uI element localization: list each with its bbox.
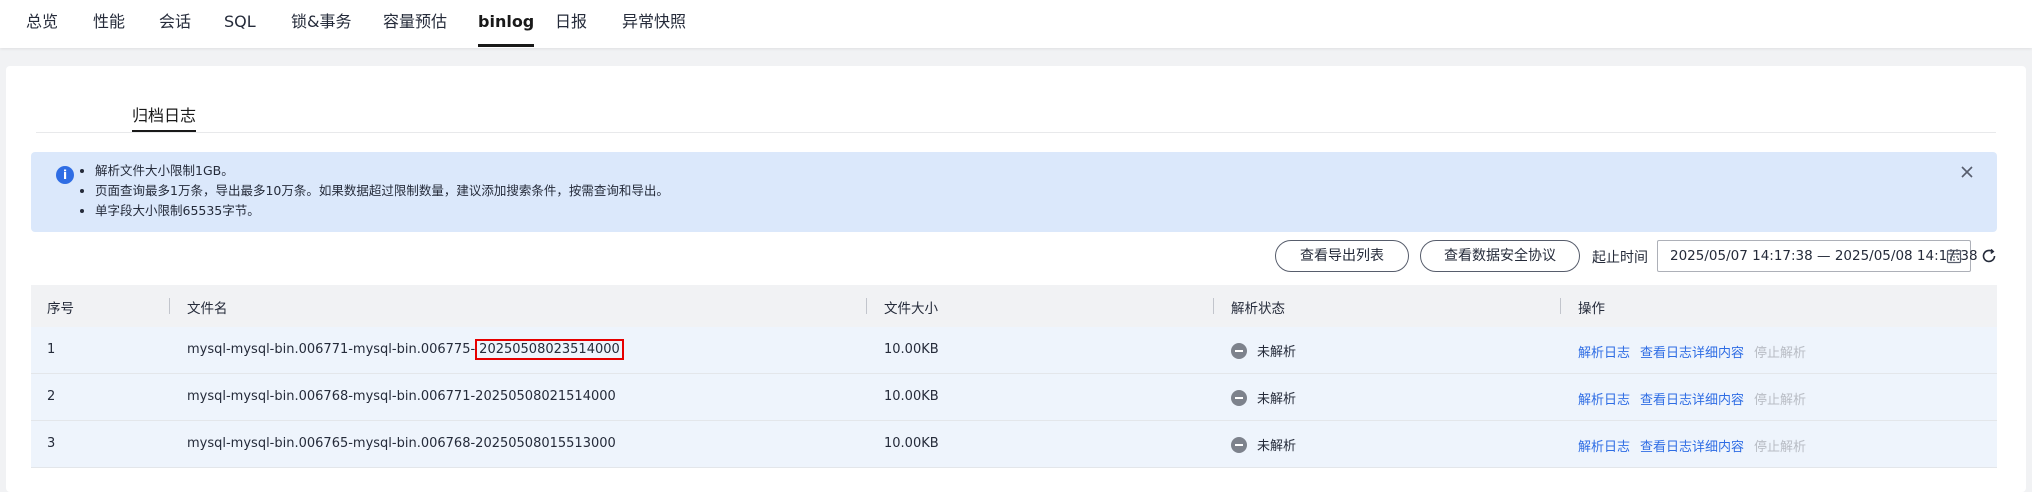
content-card: 归档日志 i 解析文件大小限制1GB。 页面查询最多1万条，导出最多10万条。如… — [6, 66, 2026, 492]
tab-sql[interactable]: SQL — [224, 10, 256, 46]
file-size: 10.00KB — [884, 342, 939, 357]
tab-capacity-forecast[interactable]: 容量预估 — [383, 10, 447, 46]
time-range-value: 2025/05/07 14:17:38 — 2025/05/08 14:17:3… — [1670, 248, 1978, 264]
tab-anomaly-snapshot[interactable]: 异常快照 — [622, 10, 686, 46]
column-header-actions: 操作 — [1560, 285, 1997, 327]
tab-locks-transactions[interactable]: 锁&事务 — [291, 10, 351, 46]
toolbar: 查看导出列表 查看数据安全协议 起止时间 2025/05/07 14:17:38… — [6, 240, 2026, 274]
highlighted-timestamp: 20250508023514000 — [475, 339, 624, 360]
status-unparsed-icon — [1231, 390, 1247, 406]
column-header-filename: 文件名 — [169, 285, 866, 327]
view-export-list-button[interactable]: 查看导出列表 — [1275, 240, 1409, 272]
status-unparsed-icon — [1231, 437, 1247, 453]
row-number: 3 — [47, 436, 56, 451]
alert-item: 解析文件大小限制1GB。 — [95, 161, 669, 181]
file-name: mysql-mysql-bin.006771-mysql-bin.006775-… — [187, 339, 624, 360]
time-range-label: 起止时间 — [1592, 250, 1648, 266]
table-row: 1 mysql-mysql-bin.006771-mysql-bin.00677… — [31, 327, 1997, 374]
file-size: 10.00KB — [884, 436, 939, 451]
stop-parse-link: 停止解析 — [1754, 440, 1807, 455]
column-header-filesize: 文件大小 — [866, 285, 1213, 327]
parse-log-link[interactable]: 解析日志 — [1578, 393, 1630, 408]
alert-item: 单字段大小限制65535字节。 — [95, 201, 669, 221]
parse-log-link[interactable]: 解析日志 — [1578, 346, 1630, 361]
parse-status: 未解析 — [1231, 435, 1296, 454]
stop-parse-link: 停止解析 — [1754, 393, 1807, 408]
alert-list: 解析文件大小限制1GB。 页面查询最多1万条，导出最多10万条。如果数据超过限制… — [79, 161, 669, 221]
subtab-archive-log[interactable]: 归档日志 — [132, 102, 197, 132]
view-log-detail-link[interactable]: 查看日志详细内容 — [1640, 440, 1744, 455]
row-actions: 解析日志 查看日志详细内容 停止解析 — [1578, 342, 1816, 361]
tab-daily-report[interactable]: 日报 — [555, 10, 587, 46]
row-actions: 解析日志 查看日志详细内容 停止解析 — [1578, 436, 1816, 455]
close-icon[interactable] — [1955, 160, 1979, 184]
tab-binlog[interactable]: binlog — [478, 10, 535, 47]
view-log-detail-link[interactable]: 查看日志详细内容 — [1640, 393, 1744, 408]
info-icon: i — [56, 166, 74, 184]
tab-performance[interactable]: 性能 — [93, 10, 125, 46]
archive-log-table: 序号 文件名 文件大小 解析状态 操作 1 mysql-mysql-bin.00… — [31, 285, 1997, 468]
refresh-icon[interactable] — [1980, 247, 1998, 265]
row-actions: 解析日志 查看日志详细内容 停止解析 — [1578, 389, 1816, 408]
info-alert: i 解析文件大小限制1GB。 页面查询最多1万条，导出最多10万条。如果数据超过… — [31, 152, 1997, 232]
row-number: 1 — [47, 342, 56, 357]
file-name: mysql-mysql-bin.006765-mysql-bin.006768-… — [187, 436, 616, 451]
parse-status: 未解析 — [1231, 388, 1296, 407]
column-header-no: 序号 — [31, 285, 169, 327]
column-header-status: 解析状态 — [1213, 285, 1560, 327]
top-nav: 总览 性能 会话 SQL 锁&事务 容量预估 binlog 日报 异常快照 — [0, 0, 2032, 48]
calendar-icon — [1946, 249, 1962, 264]
table-header-row: 序号 文件名 文件大小 解析状态 操作 — [31, 285, 1997, 327]
file-size: 10.00KB — [884, 389, 939, 404]
subtab-bar: 归档日志 — [36, 96, 1996, 133]
alert-item: 页面查询最多1万条，导出最多10万条。如果数据超过限制数量，建议添加搜索条件，按… — [95, 181, 669, 201]
parse-log-link[interactable]: 解析日志 — [1578, 440, 1630, 455]
status-unparsed-icon — [1231, 343, 1247, 359]
row-number: 2 — [47, 389, 56, 404]
view-log-detail-link[interactable]: 查看日志详细内容 — [1640, 346, 1744, 361]
tab-sessions[interactable]: 会话 — [159, 10, 191, 46]
view-security-protocol-button[interactable]: 查看数据安全协议 — [1420, 240, 1580, 272]
parse-status: 未解析 — [1231, 341, 1296, 360]
stop-parse-link: 停止解析 — [1754, 346, 1807, 361]
table-row: 2 mysql-mysql-bin.006768-mysql-bin.00677… — [31, 373, 1997, 421]
file-name: mysql-mysql-bin.006768-mysql-bin.006771-… — [187, 389, 616, 404]
time-range-picker[interactable]: 2025/05/07 14:17:38 — 2025/05/08 14:17:3… — [1657, 240, 1978, 272]
tab-overview[interactable]: 总览 — [26, 10, 58, 46]
table-row: 3 mysql-mysql-bin.006765-mysql-bin.00676… — [31, 420, 1997, 468]
